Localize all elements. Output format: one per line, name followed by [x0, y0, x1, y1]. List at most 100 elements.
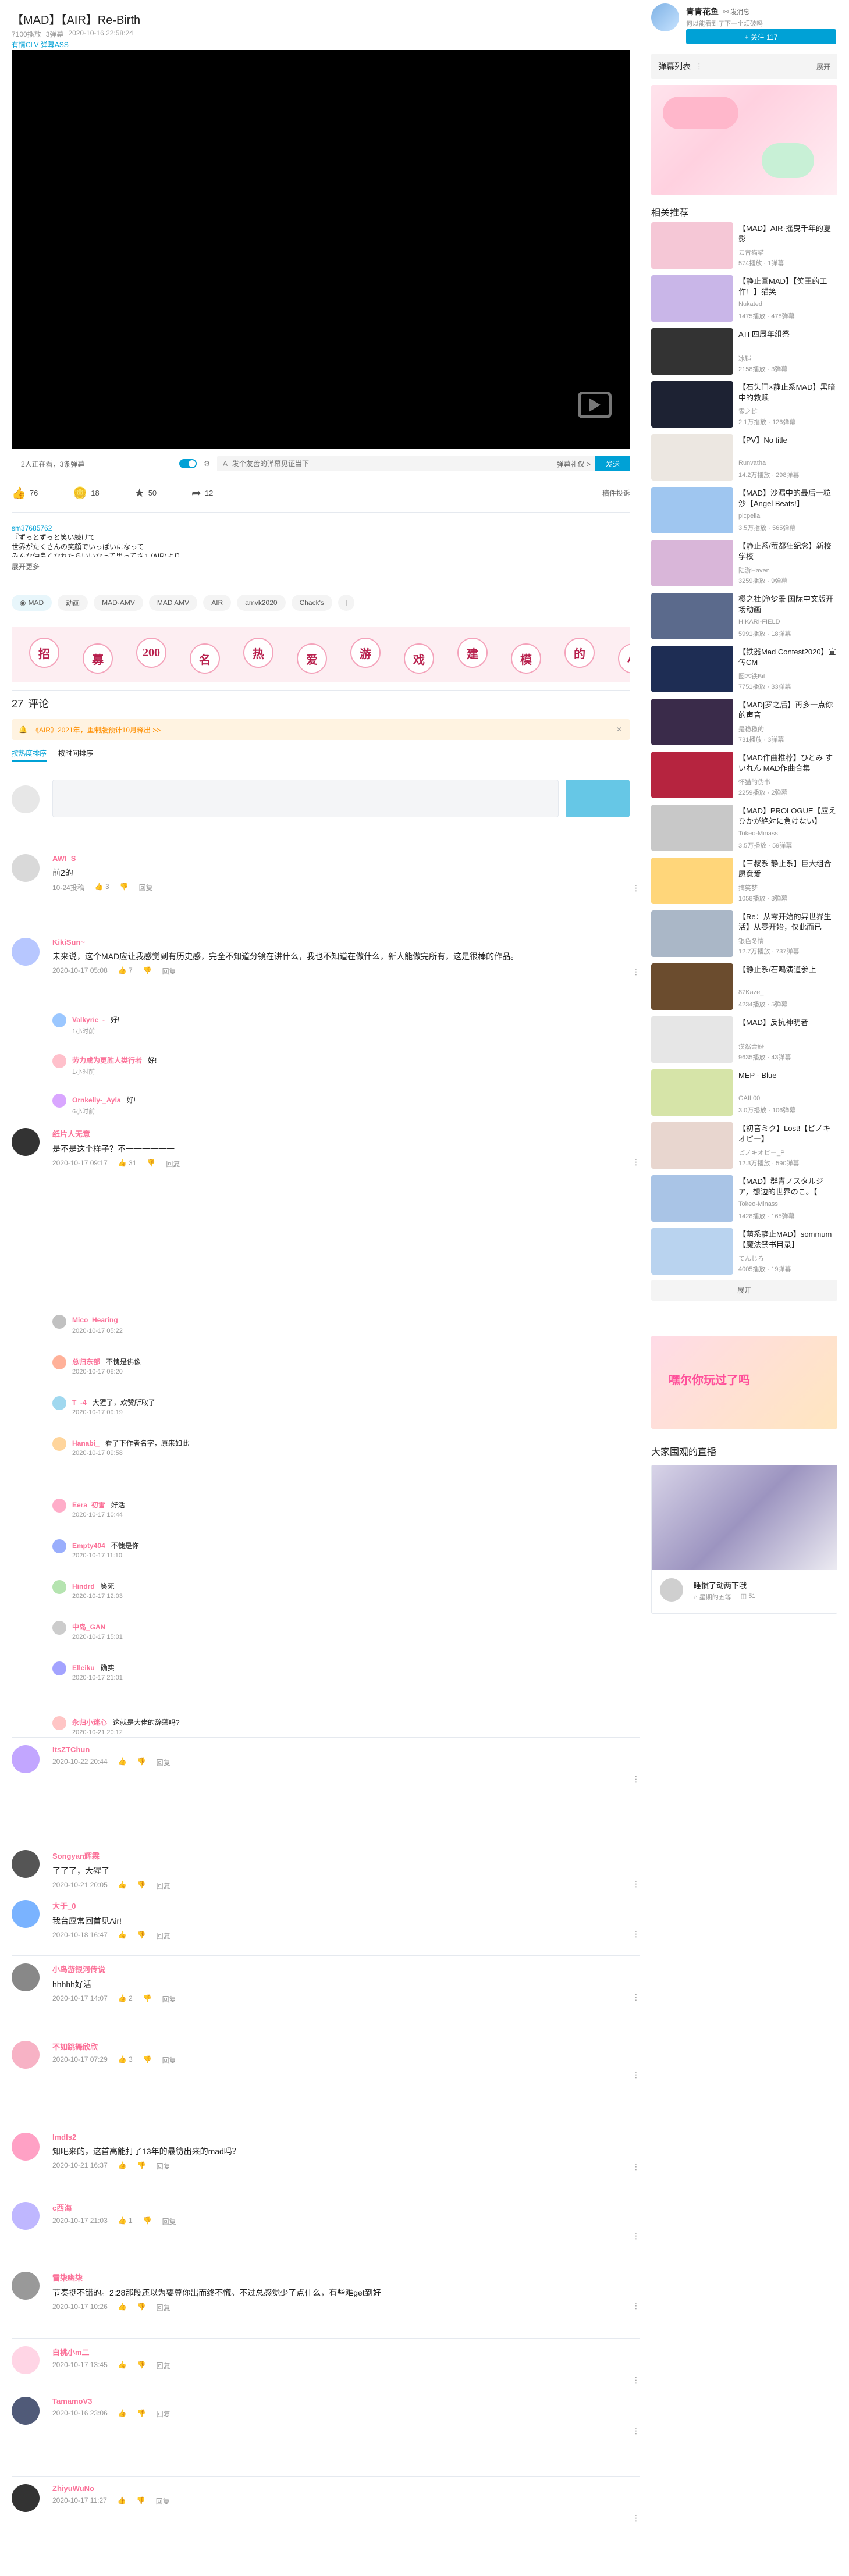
recommend-up[interactable]: 漠然会婚: [738, 1042, 764, 1051]
thumb-down-icon[interactable]: 👎: [137, 1757, 146, 1767]
recommend-up[interactable]: てんじろ: [738, 1254, 764, 1263]
more-dots-icon[interactable]: ⋮: [632, 967, 640, 977]
more-dots-icon[interactable]: ⋮: [632, 1879, 640, 1889]
avatar[interactable]: [12, 1745, 40, 1773]
recommend-thumbnail[interactable]: [651, 646, 733, 692]
thumb-down-icon[interactable]: 👎: [137, 2361, 146, 2371]
avatar[interactable]: [52, 1094, 66, 1108]
recommend-title-text[interactable]: 【静止画MAD】【笑王的工作！】猫笑: [738, 276, 836, 297]
recommend-item[interactable]: 【MAD作曲推荐】ひとみ すいれん MAD作曲合集 怀猫的伪书 2259播放 · 2…: [651, 752, 837, 802]
reply-button[interactable]: 回复: [157, 1931, 170, 1941]
comment-like-button[interactable]: 👍: [118, 2496, 126, 2506]
recommend-thumbnail[interactable]: [651, 540, 733, 586]
comment-like-button[interactable]: 👍 7: [118, 966, 133, 976]
recommend-title-text[interactable]: MEP - Blue: [738, 1070, 836, 1081]
recommend-item[interactable]: 【MAD|罗之后】再多一点你的声音 是稳稳的 731播放 · 3弹幕: [651, 699, 837, 749]
comment-username[interactable]: AWI_S: [52, 854, 634, 863]
recommend-up[interactable]: Tokeo-Minass: [738, 1201, 778, 1208]
comment-username[interactable]: ItsZTChun: [52, 1745, 634, 1754]
comment-username[interactable]: 大于_0: [52, 1900, 634, 1911]
recommend-title-text[interactable]: 【Re：从零开始的异世界生活】从零开始，仅此而已: [738, 912, 836, 933]
avatar[interactable]: [12, 2041, 40, 2069]
reply-username[interactable]: Hindrd: [72, 1582, 95, 1591]
up-name[interactable]: 青青花鱼: [686, 6, 719, 17]
notice-bar[interactable]: 🔔 《AIR》2021年，重制版预计10月释出 >> ✕: [12, 719, 630, 740]
reply-button[interactable]: 回复: [157, 2303, 170, 2312]
live-card[interactable]: 睡惯了动两下哦 ⌂ 星期的五等 ◫ 51: [651, 1465, 837, 1614]
recommend-up[interactable]: 陆游Haven: [738, 565, 770, 575]
avatar[interactable]: [52, 1437, 66, 1451]
comment-username[interactable]: lmdls2: [52, 2133, 634, 2141]
reply-button[interactable]: 回复: [157, 1757, 170, 1767]
comment-like-button[interactable]: 👍: [118, 2361, 127, 2371]
comment-like-button[interactable]: 👍: [118, 2303, 127, 2312]
recommend-thumbnail[interactable]: [651, 699, 733, 745]
avatar[interactable]: [12, 1850, 40, 1878]
comment-username[interactable]: TamamoV3: [52, 2397, 634, 2406]
close-icon[interactable]: ✕: [616, 725, 622, 734]
recommend-item[interactable]: 【静止画MAD】【笑王的工作！】猫笑 Nukated 1475播放 · 478弹幕: [651, 275, 837, 325]
share-button[interactable]: ➦ 12: [191, 486, 213, 500]
recommend-item[interactable]: 【MAD】沙漏中的最后一粒沙【Angel Beats!】 picpella 3.5万…: [651, 487, 837, 537]
recommend-item[interactable]: 【石头门×静止系MAD】黑暗中的救赎 零之雌 2.1万播放 · 126弹幕: [651, 381, 837, 431]
recommend-thumbnail[interactable]: [651, 593, 733, 639]
reply-button[interactable]: 回复: [139, 883, 153, 892]
thumb-down-icon[interactable]: 👎: [137, 2496, 145, 2506]
recommend-title-text[interactable]: ATI 四周年组祭: [738, 329, 836, 340]
reply-username[interactable]: 永归小迷心: [72, 1717, 107, 1727]
danmaku-toggle[interactable]: [179, 459, 197, 468]
message-link[interactable]: ✉ 发消息: [723, 7, 749, 16]
recommend-item[interactable]: ATI 四周年组祭 冰铠 2158播放 · 3弹幕: [651, 328, 837, 378]
recommend-title-text[interactable]: 【铁器Mad Contest2020】宣传CM: [738, 647, 836, 668]
avatar[interactable]: [52, 1315, 66, 1329]
up-avatar[interactable]: [651, 3, 679, 31]
tag-item[interactable]: MAD AMV: [148, 595, 198, 611]
source-link[interactable]: sm37685762: [12, 524, 630, 533]
danmaku-input[interactable]: [232, 460, 557, 468]
avatar[interactable]: [12, 2484, 40, 2512]
recommend-thumbnail[interactable]: [651, 1016, 733, 1063]
recommend-up[interactable]: 零之雌: [738, 407, 758, 416]
video-player[interactable]: [12, 50, 630, 449]
recommend-title-text[interactable]: 【MAD】PROLOGUE【应えひかが絶対に負けない】: [738, 806, 836, 827]
tag-item[interactable]: amvk2020: [237, 595, 286, 611]
danmaku-a-icon[interactable]: A: [223, 460, 228, 468]
comment-like-button[interactable]: 👍 1: [118, 2216, 133, 2226]
add-tag-button[interactable]: ＋: [338, 595, 354, 611]
thumb-down-icon[interactable]: 👎: [137, 1931, 146, 1941]
recommend-up[interactable]: 怀猫的伪书: [738, 777, 770, 787]
recommend-up[interactable]: ピノキオピー_P: [738, 1148, 784, 1157]
recommend-thumbnail[interactable]: [651, 434, 733, 481]
tag-item[interactable]: AIR: [203, 595, 232, 611]
comment-username[interactable]: 白桃小m二: [52, 2346, 634, 2357]
more-dots-icon[interactable]: ⋮: [632, 1993, 640, 2002]
danmaku-list-panel[interactable]: 弹幕列表 ⋮ 展开: [651, 54, 837, 79]
danmaku-etiquette-link[interactable]: 弹幕礼仪 >: [557, 459, 591, 469]
recommend-up[interactable]: GAIL00: [738, 1095, 760, 1102]
reply-button[interactable]: 回复: [162, 966, 176, 976]
more-dots-icon[interactable]: ⋮: [632, 2513, 640, 2523]
reply-button[interactable]: 回复: [162, 1994, 176, 2004]
thumb-down-icon[interactable]: 👎: [137, 2409, 146, 2419]
comment-like-button[interactable]: 👍: [118, 1757, 127, 1767]
recommend-item[interactable]: 【MAD】AIR·摇曳千年的夏影 云音猫猫 574播放 · 1弹幕: [651, 222, 837, 272]
recommend-title-text[interactable]: 【MAD】AIR·摇曳千年的夏影: [738, 223, 836, 244]
favorite-button[interactable]: ★ 50: [134, 486, 157, 500]
recommend-up[interactable]: 87Kaze_: [738, 989, 763, 996]
recommend-up[interactable]: 圆木铁Bit: [738, 671, 765, 681]
comment-username[interactable]: ZhiyuWuNo: [52, 2484, 634, 2493]
comment-username[interactable]: 不如跳舞欣欣: [52, 2041, 634, 2052]
avatar[interactable]: [52, 1396, 66, 1410]
comment-username[interactable]: KikiSun~: [52, 938, 634, 947]
avatar[interactable]: [12, 2133, 40, 2161]
thumb-down-icon[interactable]: 👎: [137, 2303, 146, 2312]
avatar[interactable]: [12, 2272, 40, 2300]
recommend-item[interactable]: 【静止系/萤都狂纪念】新校学校 陆游Haven 3259播放 · 9弹幕: [651, 540, 837, 590]
danmaku-list-expand[interactable]: 展开: [816, 62, 830, 72]
recommend-thumbnail[interactable]: [651, 1228, 733, 1275]
recommend-thumbnail[interactable]: [651, 222, 733, 269]
thumb-down-icon[interactable]: 👎: [143, 966, 152, 976]
thumb-down-icon[interactable]: 👎: [143, 2216, 152, 2226]
recommend-title-text[interactable]: 【静止系/石鸣演道参上: [738, 965, 836, 975]
reply-button[interactable]: 回复: [157, 2361, 170, 2371]
